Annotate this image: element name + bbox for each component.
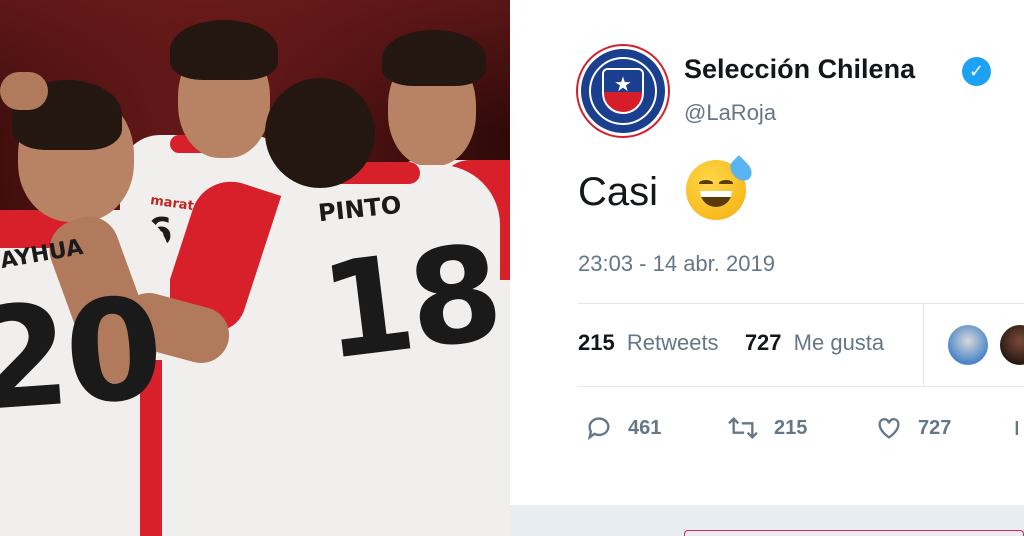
retweets-count[interactable]: 215	[578, 330, 615, 355]
like-count: 727	[918, 416, 952, 439]
engagement-stats: 215 Retweets 727 Me gusta	[578, 330, 884, 356]
author-avatar[interactable]: ★	[578, 46, 668, 136]
heart-icon	[878, 418, 900, 439]
likes-label[interactable]: Me gusta	[794, 330, 885, 355]
stats-vertical-divider	[923, 304, 924, 386]
liker-avatar-2[interactable]	[998, 323, 1024, 367]
message-button[interactable]	[1012, 414, 1024, 442]
raised-hand	[0, 72, 48, 110]
jersey-number-20: 20	[0, 267, 165, 444]
chile-federation-crest-icon: ★	[602, 68, 644, 114]
reply-input-edge[interactable]	[684, 530, 1024, 536]
divider-bottom	[578, 386, 1024, 387]
reply-count: 461	[628, 416, 662, 439]
author-name[interactable]: Selección Chilena	[684, 54, 915, 85]
reply-icon	[587, 417, 610, 441]
retweet-count: 215	[774, 416, 808, 439]
match-photo: marathon 6 PINTO 18 AYHUA 20	[0, 0, 510, 536]
retweet-icon	[728, 417, 758, 439]
tweet-timestamp[interactable]: 23:03 - 14 abr. 2019	[578, 251, 775, 277]
grinning-sweat-emoji-icon	[686, 155, 756, 220]
verified-badge-icon: ✓	[962, 57, 991, 86]
divider-top	[578, 303, 1024, 304]
reply-button[interactable]: 461	[584, 414, 661, 442]
like-button[interactable]: 727	[874, 414, 951, 442]
liker-avatar-1[interactable]	[946, 323, 990, 367]
retweets-label[interactable]: Retweets	[627, 330, 719, 355]
tweet-text: Casi	[578, 170, 659, 214]
tweet-card: ★ Selección Chilena ✓ @LaRoja Casi 23:03…	[510, 0, 1024, 536]
likes-count[interactable]: 727	[745, 330, 782, 355]
author-handle[interactable]: @LaRoja	[684, 100, 776, 126]
retweet-button[interactable]: 215	[726, 414, 807, 442]
message-icon	[1015, 421, 1018, 435]
jersey-number-18: 18	[313, 215, 507, 391]
